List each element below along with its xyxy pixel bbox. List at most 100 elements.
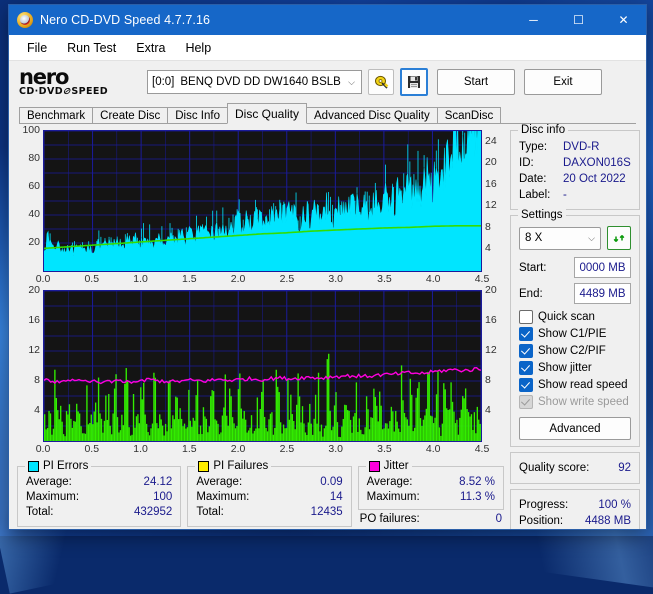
checkbox-show-c2-pif-box — [519, 344, 533, 358]
refresh-button[interactable] — [607, 226, 631, 250]
jitter-maximum-key: Maximum: — [366, 491, 420, 503]
po-failures-key: PO failures: — [359, 513, 420, 525]
tab-disc-quality[interactable]: Disc Quality — [227, 103, 308, 124]
pi-errors-chart-ytick: 100 — [22, 124, 40, 136]
speed-value: 8.38 X — [598, 529, 631, 530]
pi-failures-stats-title: PI Failures — [195, 460, 272, 472]
pi-failures-chart-ytick: 8 — [34, 374, 40, 386]
exit-button[interactable]: Exit — [524, 69, 602, 95]
position-key: Position: — [519, 515, 564, 527]
checkbox-show-read-speed[interactable]: Show read speed — [519, 377, 631, 393]
tab-benchmark[interactable]: Benchmark — [19, 107, 94, 124]
checkbox-show-c1-pie-label: Show C1/PIE — [538, 328, 607, 340]
tab-strip: Benchmark Create Disc Disc Info Disc Qua… — [9, 103, 646, 124]
end-row: End: 4489 MB — [519, 283, 631, 304]
disc-date-row: Date: 20 Oct 2022 — [519, 171, 631, 187]
pi-failures-stats: PI Failures Average: 0.09 Maximum: 14 To… — [187, 460, 352, 527]
eject-disc-button[interactable] — [368, 69, 394, 95]
checkbox-show-c1-pie[interactable]: Show C1/PIE — [519, 326, 631, 342]
pi-errors-chart-y2tick: 24 — [485, 134, 497, 147]
pi-failures-average-row: Average: 0.09 — [196, 475, 342, 490]
checkbox-show-write-speed: Show write speed — [519, 394, 631, 410]
save-floppy-icon — [408, 76, 420, 88]
position-row: Position: 4488 MB — [519, 513, 631, 529]
pi-errors-chart-ytick: 80 — [28, 152, 40, 164]
speed-row: 8 X ⌵ — [519, 226, 631, 250]
tab-scandisc[interactable]: ScanDisc — [436, 107, 502, 124]
checkbox-show-jitter[interactable]: Show jitter — [519, 360, 631, 376]
speed-select[interactable]: 8 X ⌵ — [519, 226, 601, 250]
pi-errors-chart-xtick: 2.0 — [230, 273, 246, 285]
quality-score-value: 92 — [618, 462, 631, 474]
pi-errors-chart-ytick: 60 — [28, 180, 40, 192]
close-button[interactable]: ✕ — [601, 5, 646, 35]
menu-extra[interactable]: Extra — [126, 38, 175, 58]
advanced-button[interactable]: Advanced — [519, 417, 631, 440]
pi-errors-stats-title: PI Errors — [25, 460, 92, 472]
menu-file[interactable]: File — [17, 38, 57, 58]
checkbox-show-jitter-box — [519, 361, 533, 375]
pi-errors-stats-label: PI Errors — [43, 460, 89, 472]
settings-title: Settings — [518, 209, 566, 221]
pi-errors-chart-xtick: 3.0 — [328, 273, 343, 285]
progress-group: Progress: 100 % Position: 4488 MB Speed:… — [510, 489, 640, 530]
speed-row-progress: Speed: 8.38 X — [519, 529, 631, 530]
start-input[interactable]: 0000 MB — [574, 257, 631, 278]
menu-run-test[interactable]: Run Test — [57, 38, 126, 58]
jitter-stats-label: Jitter — [383, 460, 409, 472]
pi-errors-stats: PI Errors Average: 24.12 Maximum: 100 To… — [17, 460, 182, 527]
tab-create-disc[interactable]: Create Disc — [92, 107, 169, 124]
window-title: Nero CD-DVD Speed 4.7.7.16 — [40, 13, 211, 27]
menu-help[interactable]: Help — [175, 38, 221, 58]
charts-column: 20 40 60 80 100 4 8 12 16 20 24 0.0 0.5 1.0 1.5 2.0 2.… — [17, 124, 504, 527]
pi-errors-y-axis-left: 20 40 60 80 100 — [17, 124, 43, 270]
pi-errors-chart-xtick: 0.5 — [84, 273, 100, 285]
eject-disc-icon — [374, 75, 388, 89]
end-input[interactable]: 4489 MB — [574, 283, 631, 304]
pi-errors-chart-xtick: 1.5 — [182, 273, 197, 285]
nero-disc-icon — [17, 12, 33, 28]
pi-failures-chart-xtick: 1.0 — [133, 443, 148, 455]
maximize-button[interactable]: ☐ — [556, 5, 601, 35]
tab-disc-info[interactable]: Disc Info — [167, 107, 228, 124]
pi-failures-chart-xtick: 3.0 — [328, 443, 343, 455]
drive-name-label: BENQ DVD DD DW1640 BSLB — [180, 76, 341, 88]
disc-type-key: Type: — [519, 141, 548, 153]
pi-failures-chart-xtick: 0.5 — [84, 443, 100, 455]
pi-errors-chart-y2tick: 4 — [485, 242, 491, 255]
pi-errors-maximum-row: Maximum: 100 — [26, 490, 172, 505]
jitter-stats: Jitter Average: 8.52 % Maximum: 11.3 % — [357, 460, 504, 510]
save-button[interactable] — [400, 68, 428, 96]
jitter-color-swatch — [368, 460, 380, 472]
pi-failures-y-axis-left: 4 8 12 16 20 — [17, 284, 43, 440]
checkbox-quick-scan-box — [519, 310, 533, 324]
tab-advanced-disc-quality[interactable]: Advanced Disc Quality — [306, 107, 438, 124]
drive-select[interactable]: [0:0] BENQ DVD DD DW1640 BSLB ⌵ — [147, 70, 362, 94]
jitter-stats-wrap: Jitter Average: 8.52 % Maximum: 11.3 % P… — [357, 460, 504, 527]
quality-score-row: Quality score: 92 — [519, 460, 631, 476]
pi-failures-maximum-value: 14 — [329, 491, 343, 503]
speed-key: Speed: — [519, 529, 555, 530]
app-window: Nero CD-DVD Speed 4.7.7.16 ─ ☐ ✕ File Ru… — [8, 4, 647, 530]
checkbox-show-jitter-label: Show jitter — [538, 362, 592, 374]
pi-errors-chart: 20 40 60 80 100 4 8 12 16 20 24 0.0 0.5 1.0 1.5 2.0 2.… — [17, 124, 504, 287]
checkbox-show-write-speed-label: Show write speed — [538, 396, 629, 408]
refresh-arrows-icon — [613, 234, 624, 242]
pi-failures-chart-xtick: 0.0 — [35, 443, 51, 455]
position-value: 4488 MB — [584, 515, 631, 527]
checkbox-show-c2-pif[interactable]: Show C2/PIF — [519, 343, 631, 359]
po-failures-row: PO failures: 0 — [358, 510, 504, 527]
start-button[interactable]: Start — [437, 69, 515, 95]
pi-errors-color-swatch — [28, 460, 39, 472]
disc-label-key: Label: — [519, 189, 551, 201]
pi-errors-maximum-value: 100 — [153, 491, 173, 503]
pi-failures-total-value: 12435 — [310, 506, 343, 518]
minimize-button[interactable]: ─ — [511, 5, 556, 35]
pi-errors-chart-xtick: 2.5 — [279, 273, 295, 285]
pi-failures-chart-ytick: 4 — [34, 404, 40, 416]
pi-errors-y-axis-right: 4 8 12 16 20 24 — [482, 130, 504, 270]
pi-failures-chart-y2tick: 16 — [485, 314, 497, 326]
checkbox-quick-scan[interactable]: Quick scan — [519, 309, 631, 325]
pi-failures-stats-label: PI Failures — [213, 460, 269, 472]
pi-errors-total-key: Total: — [26, 506, 54, 518]
